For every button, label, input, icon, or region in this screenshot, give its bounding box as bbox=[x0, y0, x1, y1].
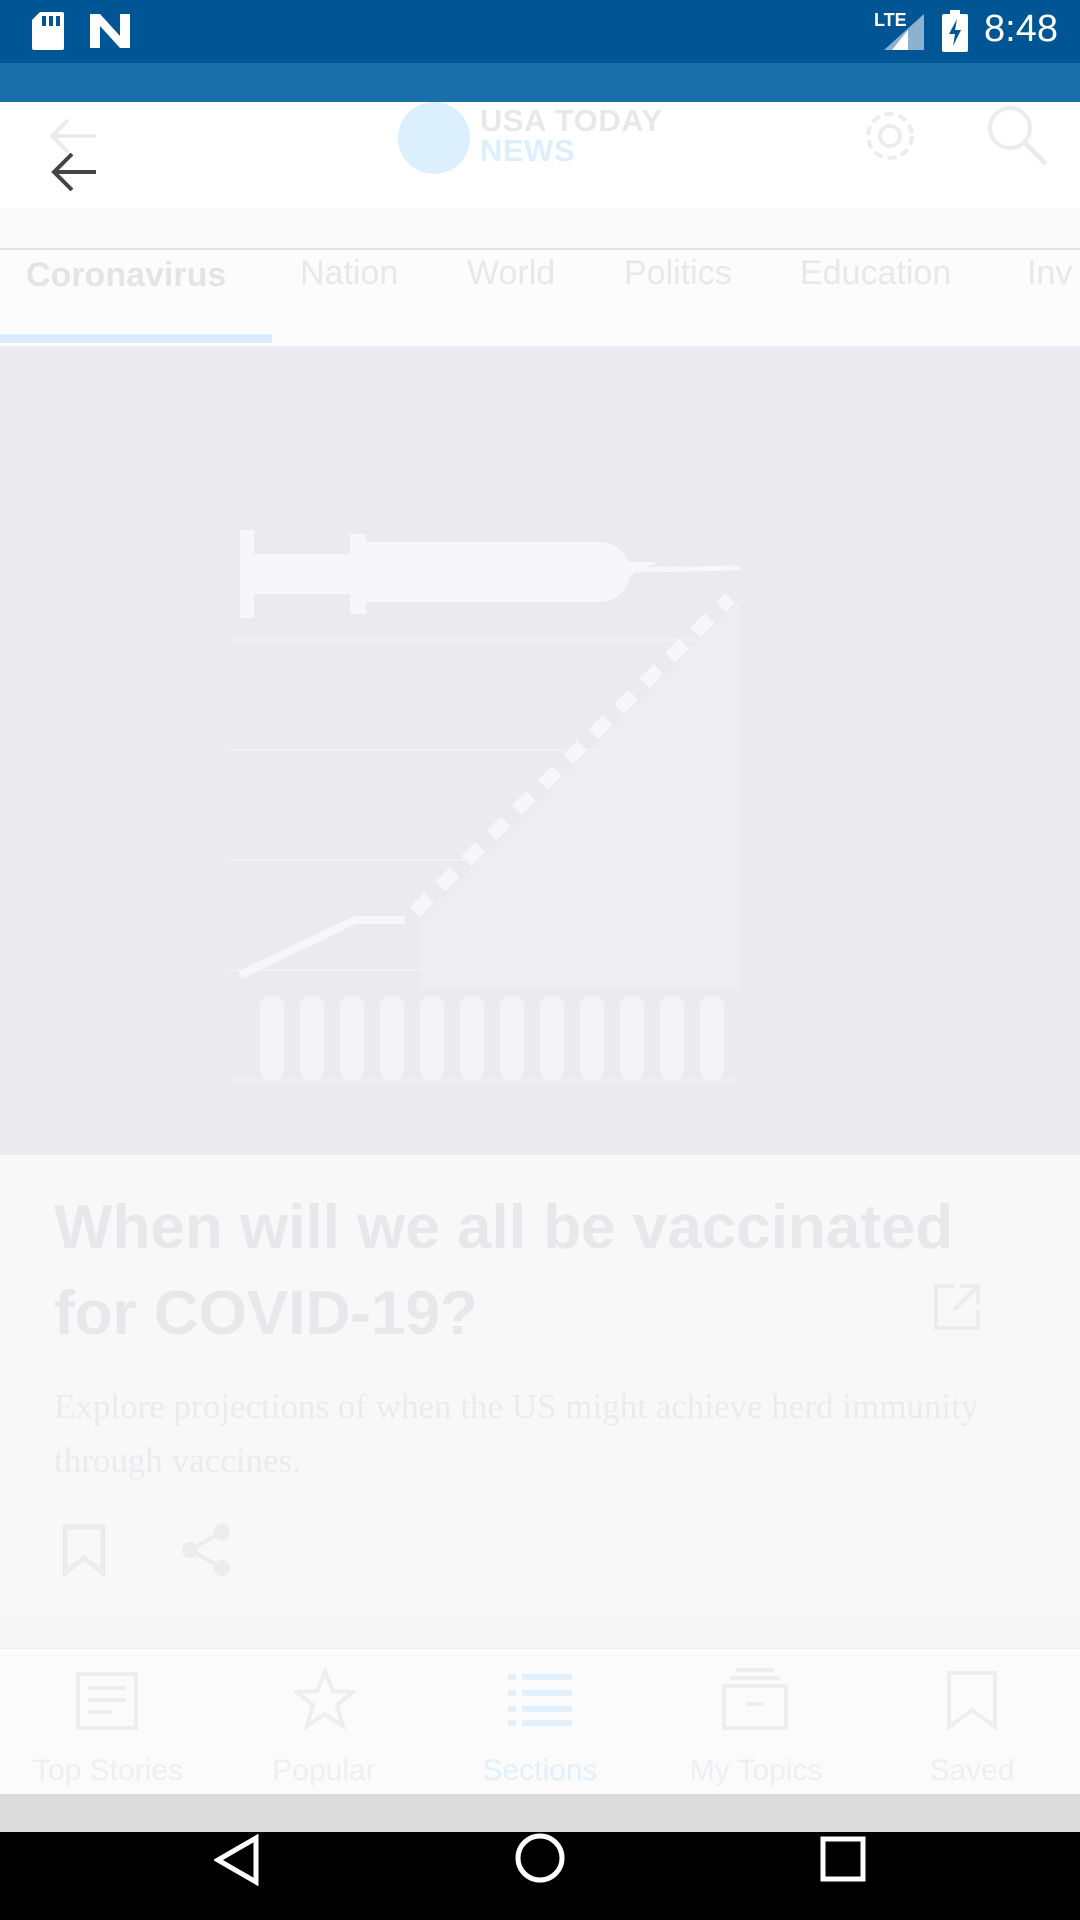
nav-saved-label[interactable]: Saved bbox=[864, 1754, 1080, 1788]
header-divider bbox=[0, 208, 1080, 250]
article-description: Explore projections of when the US might… bbox=[54, 1387, 979, 1480]
back-triangle-icon[interactable] bbox=[214, 1834, 260, 1886]
active-tab-indicator bbox=[0, 334, 272, 343]
recents-square-icon[interactable] bbox=[820, 1836, 866, 1882]
tab-coronavirus[interactable]: Coronavirus bbox=[26, 256, 226, 295]
gear-icon[interactable] bbox=[858, 104, 922, 168]
syringe-chart-illustration bbox=[220, 520, 760, 1090]
tab-education[interactable]: Education bbox=[800, 254, 951, 293]
top-stories-icon[interactable] bbox=[76, 1672, 138, 1730]
nav-sections-label[interactable]: Sections bbox=[432, 1754, 648, 1788]
external-link-icon[interactable] bbox=[930, 1280, 984, 1334]
nav-divider-strip bbox=[0, 1794, 1080, 1832]
article-title[interactable]: When will we all be vaccinated for COVID… bbox=[54, 1185, 954, 1357]
app-bar-strip bbox=[0, 63, 1080, 102]
back-arrow-icon[interactable] bbox=[50, 152, 96, 192]
star-icon[interactable] bbox=[294, 1668, 356, 1730]
list-icon[interactable] bbox=[508, 1672, 572, 1726]
faded-back-arrow-icon bbox=[48, 118, 98, 154]
brand-logo-circle bbox=[398, 102, 470, 174]
home-circle-icon[interactable] bbox=[514, 1832, 566, 1884]
battery-charging-icon bbox=[942, 10, 968, 52]
status-time: 8:48 bbox=[984, 8, 1058, 50]
tab-politics[interactable]: Politics bbox=[624, 254, 732, 293]
share-icon[interactable] bbox=[178, 1522, 234, 1578]
topics-icon[interactable] bbox=[722, 1668, 788, 1730]
saved-bookmark-icon[interactable] bbox=[946, 1670, 998, 1730]
sd-card-icon bbox=[32, 12, 64, 50]
nav-top-stories-label[interactable]: Top Stories bbox=[0, 1754, 216, 1788]
bookmark-icon[interactable] bbox=[62, 1524, 106, 1576]
tab-world[interactable]: World bbox=[467, 254, 555, 293]
tab-inv[interactable]: Inv bbox=[1027, 254, 1072, 293]
n-notification-icon bbox=[90, 14, 130, 48]
signal-icon bbox=[884, 14, 924, 50]
search-icon[interactable] bbox=[984, 102, 1050, 168]
tab-nation[interactable]: Nation bbox=[300, 254, 398, 293]
brand-line2: NEWS bbox=[480, 133, 575, 168]
nav-popular-label[interactable]: Popular bbox=[216, 1754, 432, 1788]
nav-my-topics-label[interactable]: My Topics bbox=[648, 1754, 864, 1788]
